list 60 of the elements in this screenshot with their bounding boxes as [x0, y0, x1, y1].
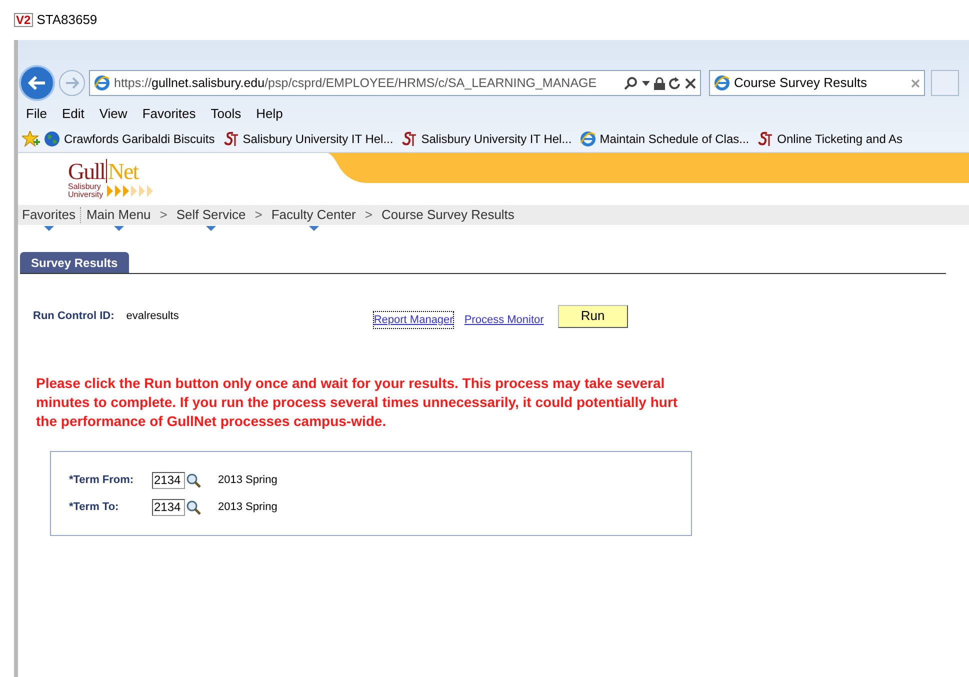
- close-icon[interactable]: [685, 78, 696, 88]
- breadcrumb-separator: >: [254, 206, 262, 224]
- run-button[interactable]: Run: [558, 304, 628, 328]
- page-tab[interactable]: Survey Results: [20, 252, 129, 273]
- dropdown-caret-icon[interactable]: [308, 226, 319, 231]
- dropdown-caret-icon[interactable]: [44, 226, 54, 231]
- favorites-link[interactable]: Online Ticketing and As: [777, 130, 903, 148]
- url-text: https://gullnet.salisbury.edu/psp/csprd/EMPLOYEE/HRMS/c/SA_LEARNING_MANAGE: [114, 74, 598, 92]
- lookup-search-icon[interactable]: [186, 500, 201, 514]
- arrow-right-icon: [65, 77, 79, 89]
- dropdown-caret-icon[interactable]: [206, 226, 216, 231]
- dropdown-caret-icon[interactable]: [114, 226, 124, 231]
- term-description: 2013 Spring: [218, 500, 278, 515]
- breadcrumb-item[interactable]: Faculty Center: [271, 205, 356, 225]
- link[interactable]: Process Monitor: [464, 312, 544, 328]
- link[interactable]: Report Manager: [374, 312, 454, 328]
- su-logo-icon: [222, 131, 239, 147]
- menu-item[interactable]: Edit: [62, 104, 84, 124]
- su-logo-icon: [401, 131, 418, 147]
- favorites-link[interactable]: Crawfords Garibaldi Biscuits: [64, 130, 215, 148]
- menu-item[interactable]: Tools: [210, 104, 242, 124]
- ie-icon: [714, 75, 730, 91]
- breadcrumb-item[interactable]: Course Survey Results: [381, 205, 514, 225]
- term-input-field[interactable]: 2134: [152, 472, 185, 488]
- menu-item[interactable]: Favorites: [142, 104, 196, 124]
- dropdown-icon[interactable]: [642, 80, 650, 86]
- su-logo-icon: [757, 131, 774, 147]
- favorites-star-icon[interactable]: [22, 131, 40, 147]
- menu-item[interactable]: View: [99, 104, 128, 124]
- field-label: *Term From:: [69, 472, 135, 488]
- breadcrumb-item[interactable]: Favorites: [22, 205, 76, 225]
- globe-icon: [44, 131, 60, 147]
- window-title: STA83659: [36, 11, 98, 30]
- field-label: Run Control ID:: [33, 308, 114, 324]
- ie-page-icon: [580, 131, 596, 147]
- refresh-icon[interactable]: [669, 76, 681, 90]
- field-value: evalresults: [126, 308, 179, 324]
- breadcrumb-separator: >: [364, 206, 372, 224]
- ie-icon: [94, 75, 110, 91]
- browser-tab[interactable]: Course Survey Results: [709, 70, 925, 96]
- address-bar[interactable]: https://gullnet.salisbury.edu/psp/csprd/EMPLOYEE/HRMS/c/SA_LEARNING_MANAGE: [89, 70, 701, 96]
- search-icon[interactable]: [624, 76, 638, 90]
- term-description: 2013 Spring: [218, 472, 278, 488]
- field-label: *Term To:: [69, 500, 120, 515]
- gullnet-logo: GullNet Salisbury University: [68, 153, 188, 205]
- lookup-search-icon[interactable]: [186, 472, 201, 488]
- menu-item[interactable]: File: [26, 104, 47, 124]
- favorites-link[interactable]: Salisbury University IT Hel...: [421, 130, 572, 148]
- term-input-field[interactable]: 2134: [152, 498, 185, 516]
- favorites-link[interactable]: Salisbury University IT Hel...: [242, 130, 394, 148]
- arrow-left-icon: [27, 75, 47, 91]
- back-button[interactable]: [19, 65, 55, 101]
- breadcrumb-separator: >: [160, 206, 168, 224]
- warning-message: Please click the Run button only once and wait for your results. This process may take several minutes to complete. If you run the process several times unnecessarily, it could potentially hurt the performance of GullNet processes campus-wide.: [36, 374, 679, 431]
- breadcrumb-item[interactable]: Self Service: [176, 205, 246, 225]
- lock-icon: [654, 76, 665, 90]
- favorites-link[interactable]: Maintain Schedule of Clas...: [600, 130, 750, 148]
- menu-item[interactable]: Help: [256, 104, 283, 124]
- app-logo: V2: [14, 13, 33, 27]
- breadcrumb-item[interactable]: Main Menu: [86, 205, 151, 225]
